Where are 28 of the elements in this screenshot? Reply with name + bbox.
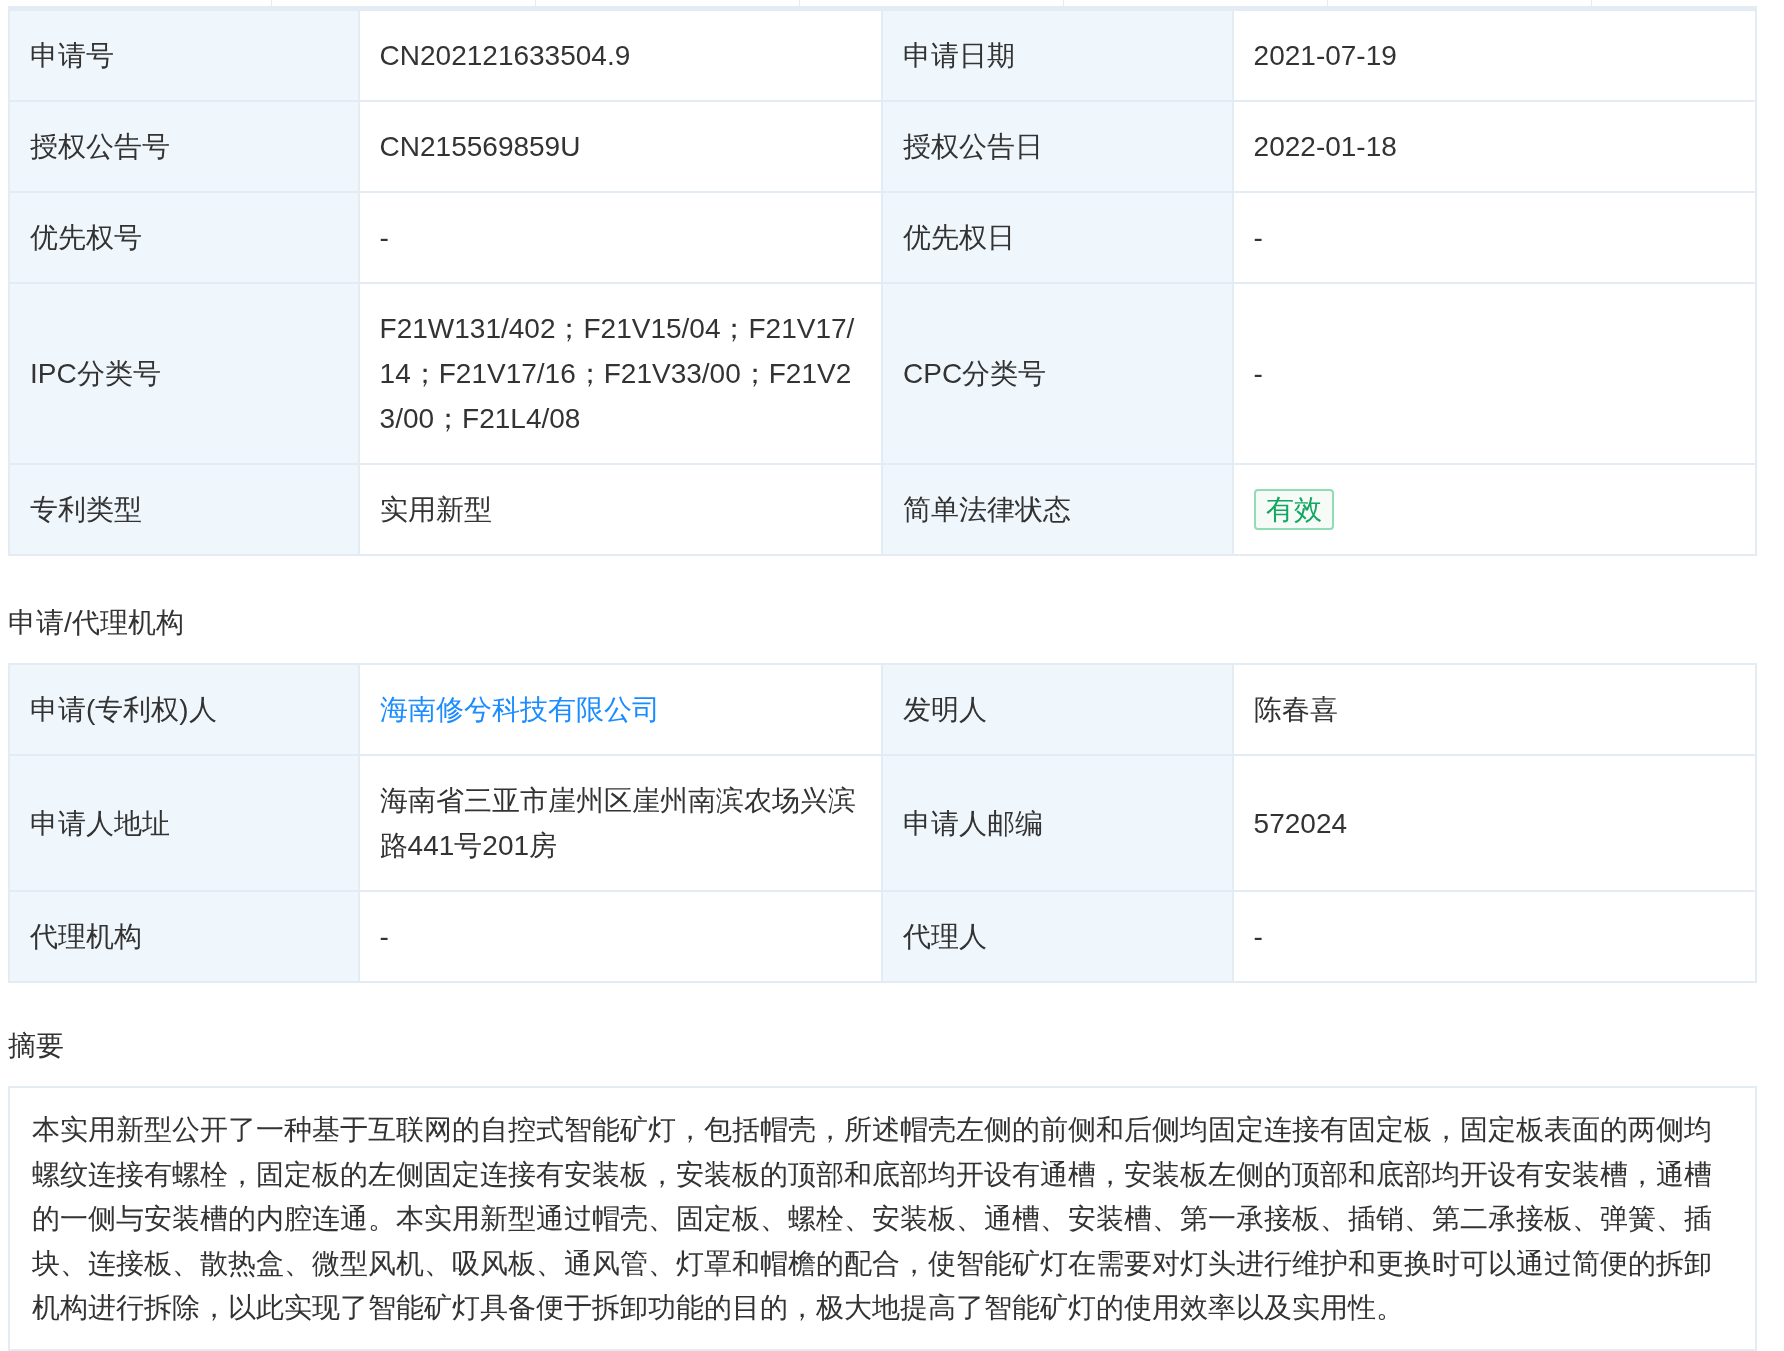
abstract-text: 本实用新型公开了一种基于互联网的自控式智能矿灯，包括帽壳，所述帽壳左侧的前侧和后侧均固定连接有固定板，固定板表面的两侧均螺纹连接有螺栓，固定板的左侧固定连接有安装板，安装板的顶部和底部均开设有通槽，安装板左侧的顶部和底部均开设有安装槽，通槽的一侧与安装槽的内腔连通。本实用新型通过帽壳、固定板、螺栓、安装板、通槽、安装槽、第一承接板、插销、第二承接板、弹簧、插块、连接板、散热盒、微型风机、吸风板、通风管、灯罩和帽檐的配合，使智能矿灯在需要对灯头进行维护和更换时可以通过简便的拆卸机构进行拆除，以此实现了智能矿灯具备便于拆卸功能的目的，极大地提高了智能矿灯的使用效率以及实用性。 <box>8 1086 1757 1351</box>
value-cell: 572024 <box>1233 756 1757 892</box>
label-cell: 申请人邮编 <box>883 756 1234 892</box>
label-cell: 申请日期 <box>883 11 1234 102</box>
label-cell: 授权公告日 <box>883 102 1234 193</box>
value-cell: 2022-01-18 <box>1233 102 1757 193</box>
label-cell: 代理人 <box>883 892 1234 983</box>
label-cell: 发明人 <box>883 665 1234 756</box>
label-cell: 优先权日 <box>883 193 1234 284</box>
label-cell: 申请(专利权)人 <box>10 665 360 756</box>
label-cell: 优先权号 <box>10 193 360 284</box>
value-cell: 2021-07-19 <box>1233 11 1757 102</box>
label-cell: IPC分类号 <box>10 284 360 465</box>
label-cell: 申请号 <box>10 11 360 102</box>
label-cell: 授权公告号 <box>10 102 360 193</box>
label-cell: 申请人地址 <box>10 756 360 892</box>
label-cell: CPC分类号 <box>883 284 1234 465</box>
value-cell: - <box>1233 892 1757 983</box>
label-cell: 简单法律状态 <box>883 465 1234 556</box>
value-cell: - <box>1233 284 1757 465</box>
status-tag: 有效 <box>1253 489 1334 530</box>
value-cell: - <box>1233 193 1757 284</box>
label-cell: 代理机构 <box>10 892 360 983</box>
company-link[interactable]: 海南修兮科技有限公司 <box>379 687 660 732</box>
label-cell: 专利类型 <box>10 465 360 556</box>
value-cell: 陈春喜 <box>1233 665 1757 756</box>
section-title: 申请/代理机构 <box>8 606 185 640</box>
section-title: 摘要 <box>8 1029 65 1063</box>
